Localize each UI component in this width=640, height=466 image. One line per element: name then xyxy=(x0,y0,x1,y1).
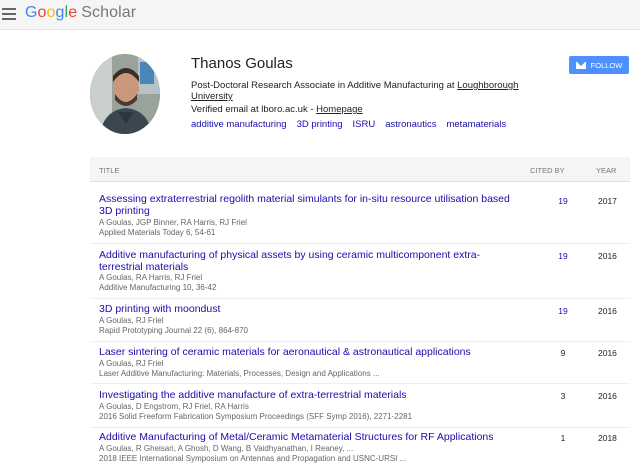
article-authors: A Goulas, RA Harris, RJ Friel xyxy=(99,273,203,282)
logo-letter: g xyxy=(55,4,65,21)
article-venue: Rapid Prototyping Journal 22 (6), 864-87… xyxy=(99,326,248,335)
row-divider xyxy=(90,243,630,244)
research-interests: additive manufacturing 3D printing ISRU ast… xyxy=(191,119,516,130)
article-title-link[interactable]: Assessing extraterrestrial regolith mate… xyxy=(99,193,519,217)
article-title-link[interactable]: Laser sintering of ceramic materials for… xyxy=(99,346,519,358)
article-title-link[interactable]: Investigating the additive manufacture o… xyxy=(99,389,519,401)
envelope-icon xyxy=(575,61,586,69)
profile-affiliation: Post-Doctoral Research Associate in Addi… xyxy=(191,80,531,102)
logo-letter: e xyxy=(68,4,78,21)
profile-avatar xyxy=(90,54,160,134)
interest-link[interactable]: 3D printing xyxy=(297,119,343,130)
articles-table-header: TITLE CITED BY YEAR xyxy=(90,157,630,182)
article-year: 2016 xyxy=(598,348,617,358)
cited-by-count-link[interactable]: 3 xyxy=(555,391,571,401)
cited-by-count-link[interactable]: 19 xyxy=(555,306,571,316)
article-year: 2016 xyxy=(598,391,617,401)
follow-label: FOLLOW xyxy=(590,60,623,70)
article-title-link[interactable]: Additive manufacturing of physical asset… xyxy=(99,249,519,273)
article-authors: A Goulas, RJ Friel xyxy=(99,316,164,325)
interest-link[interactable]: astronautics xyxy=(385,119,436,130)
article-year: 2018 xyxy=(598,433,617,443)
article-title-link[interactable]: Additive Manufacturing of Metal/Ceramic … xyxy=(99,431,519,443)
row-divider xyxy=(90,298,630,299)
article-authors: A Goulas, RJ Friel xyxy=(99,359,164,368)
article-year: 2017 xyxy=(598,196,617,206)
affiliation-text: Post-Doctoral Research Associate in Addi… xyxy=(191,80,458,91)
article-authors: A Goulas, R Gheisari, A Ghosh, D Wang, B… xyxy=(99,444,354,453)
interest-link[interactable]: ISRU xyxy=(353,119,376,130)
interest-link[interactable]: additive manufacturing xyxy=(191,119,287,130)
logo-letter: G xyxy=(25,4,38,21)
row-divider xyxy=(90,341,630,342)
cited-by-count-link[interactable]: 1 xyxy=(555,433,571,443)
article-authors: A Goulas, JGP Binner, RA Harris, RJ Frie… xyxy=(99,218,247,227)
cited-by-count-link[interactable]: 19 xyxy=(555,251,571,261)
article-venue: Laser Additive Manufacturing: Materials,… xyxy=(99,369,380,378)
column-header-year[interactable]: YEAR xyxy=(596,166,616,175)
email-text: Verified email at lboro.ac.uk - xyxy=(191,104,317,115)
google-scholar-logo[interactable]: Google Scholar xyxy=(25,4,136,22)
article-authors: A Goulas, D Engstrom, RJ Friel, RA Harri… xyxy=(99,402,249,411)
homepage-link[interactable]: Homepage xyxy=(316,104,362,115)
cited-by-count-link[interactable]: 9 xyxy=(555,348,571,358)
article-year: 2016 xyxy=(598,306,617,316)
logo-letter: o xyxy=(37,4,47,21)
article-venue: Additive Manufacturing 10, 36-42 xyxy=(99,283,217,292)
column-header-cited-by[interactable]: CITED BY xyxy=(530,166,565,175)
article-year: 2016 xyxy=(598,251,617,261)
follow-button[interactable]: FOLLOW xyxy=(569,56,629,74)
hamburger-menu-icon[interactable] xyxy=(2,8,16,20)
article-title-link[interactable]: 3D printing with moondust xyxy=(99,303,519,315)
article-venue: 2016 Solid Freeform Fabrication Symposiu… xyxy=(99,412,413,421)
row-divider xyxy=(90,383,630,384)
cited-by-count-link[interactable]: 19 xyxy=(555,196,571,206)
logo-scholar-text: Scholar xyxy=(81,4,137,21)
top-bar: Google Scholar xyxy=(0,0,640,30)
row-divider xyxy=(90,427,630,428)
profile-name: Thanos Goulas xyxy=(191,55,293,72)
article-venue: 2018 IEEE International Symposium on Ant… xyxy=(99,454,407,463)
column-header-title[interactable]: TITLE xyxy=(99,166,119,175)
logo-letter: o xyxy=(46,4,56,21)
interest-link[interactable]: metamaterials xyxy=(446,119,506,130)
profile-email: Verified email at lboro.ac.uk - Homepage xyxy=(191,104,363,115)
article-venue: Applied Materials Today 6, 54-61 xyxy=(99,228,216,237)
